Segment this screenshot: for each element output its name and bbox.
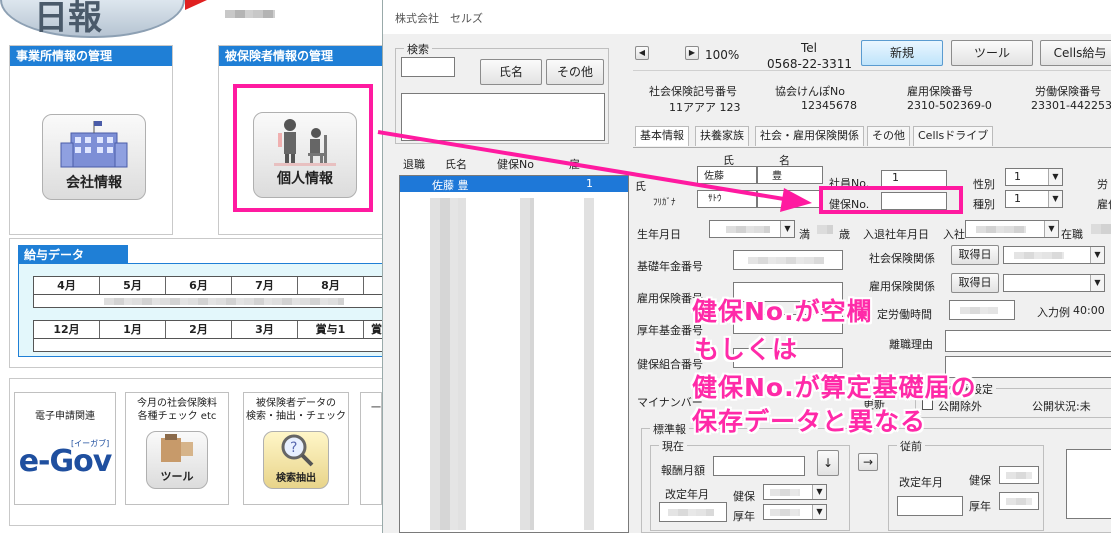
annotation-line-3: 健保No.が算定基礎届の <box>692 373 977 402</box>
annotation-arrow <box>377 130 812 212</box>
annotation-line-4: 保存データと異なる <box>692 407 927 436</box>
annotation-line-2: もしくは <box>694 335 799 364</box>
annotation-line-1: 健保No.が空欄 <box>692 297 873 326</box>
